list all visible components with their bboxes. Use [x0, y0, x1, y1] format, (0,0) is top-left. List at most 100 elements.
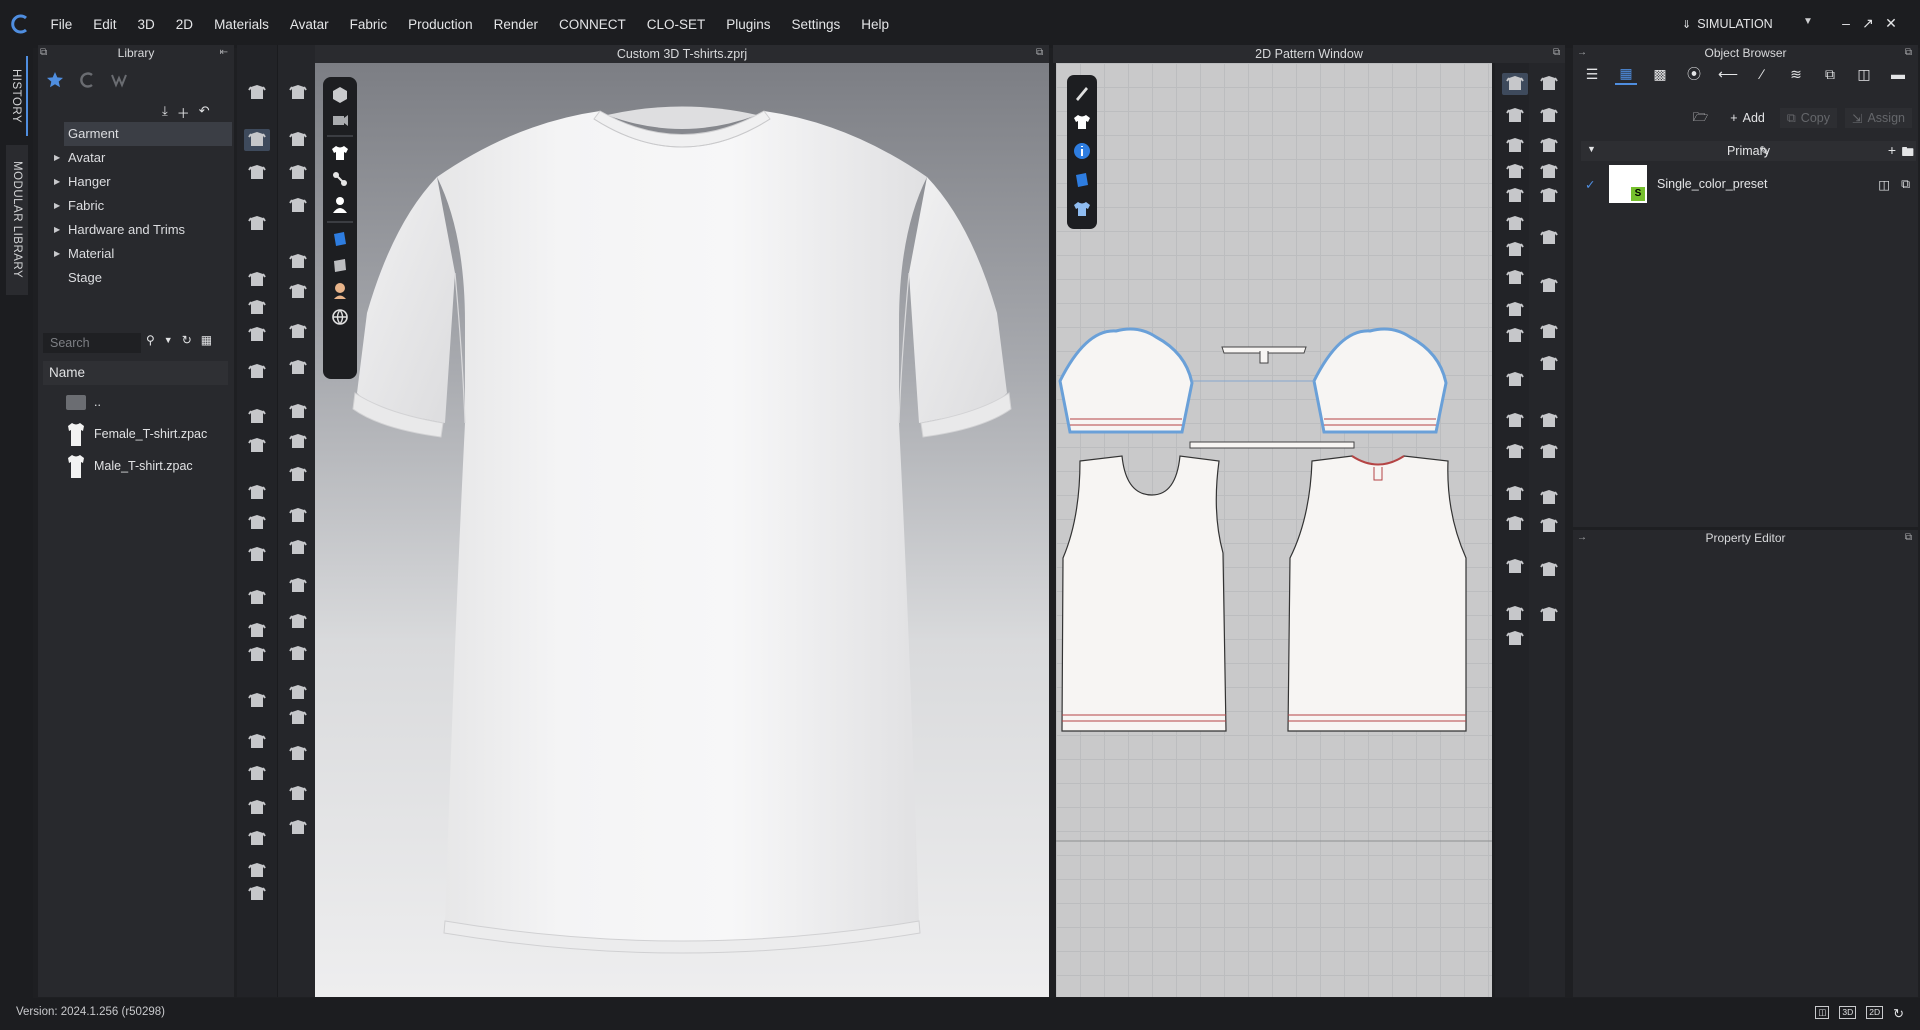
library-search-input[interactable] — [43, 333, 141, 353]
fabric-tab-icon[interactable]: ▦ — [1615, 63, 1637, 85]
3d-secondary-tool-14-icon[interactable] — [285, 575, 311, 597]
tshirt-3d-model[interactable] — [315, 63, 1049, 997]
2d-secondary-tool-10-icon[interactable] — [1536, 410, 1562, 432]
2d-primary-tool-15-icon[interactable] — [1502, 513, 1528, 535]
edit-pencil-icon[interactable]: ✎ — [1759, 143, 1769, 158]
undock-icon[interactable]: ⧉ — [1905, 47, 1912, 58]
graphic-tab-icon[interactable]: ◫ — [1853, 63, 1875, 85]
3d-secondary-tool-6-icon[interactable] — [285, 281, 311, 303]
3d-secondary-tool-2-icon[interactable] — [285, 129, 311, 151]
3d-primary-tool-16-icon[interactable] — [244, 644, 270, 666]
texture-view-icon[interactable] — [330, 229, 350, 249]
tree-item-garment[interactable]: Garment — [64, 122, 232, 146]
2d-secondary-tool-13-icon[interactable] — [1536, 515, 1562, 537]
menu-connect[interactable]: CONNECT — [548, 17, 636, 32]
3d-secondary-tool-13-icon[interactable] — [285, 537, 311, 559]
2d-primary-tool-11-icon[interactable] — [1502, 369, 1528, 391]
3d-primary-tool-8-icon[interactable] — [244, 361, 270, 383]
expand-arrow-icon[interactable]: ▶ — [54, 146, 60, 170]
3d-viewport[interactable] — [315, 63, 1049, 997]
2d-primary-tool-16-icon[interactable] — [1502, 556, 1528, 578]
menu-fabric[interactable]: Fabric — [339, 17, 398, 32]
tree-item-material[interactable]: ▶ Material — [38, 242, 234, 266]
2d-secondary-tool-15-icon[interactable] — [1536, 604, 1562, 626]
2d-primary-tool-13-icon[interactable] — [1502, 441, 1528, 463]
reset-view-icon[interactable]: ↻ — [1893, 1006, 1904, 1022]
3d-secondary-tool-8-icon[interactable] — [285, 357, 311, 379]
2d-pattern-viewport[interactable] — [1056, 63, 1492, 997]
3d-primary-tool-3-icon[interactable] — [244, 162, 270, 184]
3d-primary-tool-23-icon[interactable] — [244, 883, 270, 905]
2d-primary-tool-17-icon[interactable] — [1502, 603, 1528, 625]
assign-button[interactable]: ⇲ Assign — [1844, 108, 1912, 128]
3d-primary-tool-2-icon[interactable] — [244, 129, 270, 151]
3d-secondary-tool-19-icon[interactable] — [285, 743, 311, 765]
show-pattern-garment-icon[interactable] — [1072, 112, 1092, 132]
2d-primary-tool-3-icon[interactable] — [1502, 135, 1528, 157]
2d-secondary-tool-14-icon[interactable] — [1536, 559, 1562, 581]
download-icon[interactable]: ⤓ — [162, 103, 168, 122]
close-icon[interactable]: ✕ — [1882, 14, 1900, 32]
show-garment-icon[interactable] — [330, 143, 350, 163]
tree-item-stage[interactable]: Stage — [38, 266, 234, 290]
3d-primary-tool-22-icon[interactable] — [244, 860, 270, 882]
menu-2d[interactable]: 2D — [165, 17, 203, 32]
pattern-fabric-icon[interactable] — [1072, 199, 1092, 219]
expand-arrow-icon[interactable]: ▶ — [54, 194, 60, 218]
2d-secondary-tool-5-icon[interactable] — [1536, 185, 1562, 207]
avatar-skin-icon[interactable] — [330, 281, 350, 301]
fabric-item[interactable]: ✓ S Single_color_preset ◫ ⧉ — [1581, 163, 1916, 205]
maximize-3d-icon[interactable]: ⧉ — [1036, 47, 1043, 58]
show-points-icon[interactable] — [330, 169, 350, 189]
3d-secondary-tool-1-icon[interactable] — [285, 82, 311, 104]
3d-primary-tool-10-icon[interactable] — [244, 435, 270, 457]
fabric-duplicate-icon[interactable]: ⧉ — [1901, 177, 1910, 192]
environment-globe-icon[interactable] — [330, 307, 350, 327]
2d-primary-tool-10-icon[interactable] — [1502, 325, 1528, 347]
checker-texture-icon[interactable]: ▩ — [1649, 63, 1671, 85]
2d-primary-tool-1-icon[interactable] — [1502, 73, 1528, 95]
3d-primary-tool-15-icon[interactable] — [244, 620, 270, 642]
3d-secondary-tool-21-icon[interactable] — [285, 817, 311, 839]
group-header-primary[interactable]: ▼ Primary ✎ + 🖿 — [1581, 141, 1916, 161]
3d-primary-tool-11-icon[interactable] — [244, 482, 270, 504]
dropdown-arrow-icon[interactable]: ▼ — [1803, 16, 1813, 27]
2d-primary-tool-7-icon[interactable] — [1502, 239, 1528, 261]
file-row-female-tshirt[interactable]: Female_T-shirt.zpac — [66, 421, 207, 447]
expand-arrow-icon[interactable]: ▶ — [54, 242, 60, 266]
trim-tab-icon[interactable]: ⧉ — [1819, 63, 1841, 85]
3d-secondary-tool-18-icon[interactable] — [285, 707, 311, 729]
tree-item-hanger[interactable]: ▶ Hanger — [38, 170, 234, 194]
2d-primary-tool-8-icon[interactable] — [1502, 267, 1528, 289]
filter-dropdown-icon[interactable]: ▼ — [164, 335, 173, 345]
3d-secondary-tool-11-icon[interactable] — [285, 464, 311, 486]
camera-view-icon[interactable] — [330, 109, 350, 129]
topstitch-tab-icon[interactable]: ∕ — [1751, 63, 1773, 85]
fabric-settings-icon[interactable]: ◫ — [1878, 177, 1890, 192]
tree-item-avatar[interactable]: ▶ Avatar — [38, 146, 234, 170]
view-3d-button[interactable]: 3D — [1839, 1006, 1857, 1019]
3d-secondary-tool-12-icon[interactable] — [285, 505, 311, 527]
3d-primary-tool-5-icon[interactable] — [244, 269, 270, 291]
show-avatar-icon[interactable] — [330, 195, 350, 215]
2d-primary-tool-6-icon[interactable] — [1502, 213, 1528, 235]
2d-primary-tool-18-icon[interactable] — [1502, 628, 1528, 650]
cube-view-icon[interactable] — [330, 85, 350, 105]
2d-secondary-tool-4-icon[interactable] — [1536, 161, 1562, 183]
3d-secondary-tool-10-icon[interactable] — [285, 431, 311, 453]
2d-secondary-tool-9-icon[interactable] — [1536, 353, 1562, 375]
measure-tab-icon[interactable]: ▬ — [1887, 63, 1909, 85]
split-view-icon[interactable]: ◫ — [1815, 1006, 1830, 1019]
2d-secondary-tool-3-icon[interactable] — [1536, 135, 1562, 157]
button-tab-icon[interactable]: ⦿ — [1683, 63, 1705, 85]
3d-primary-tool-9-icon[interactable] — [244, 406, 270, 428]
fabric-shading-icon[interactable] — [330, 255, 350, 275]
3d-secondary-tool-7-icon[interactable] — [285, 321, 311, 343]
add-icon[interactable]: ＋ — [177, 103, 190, 122]
tab-modular-library[interactable]: MODULAR LIBRARY — [6, 145, 28, 295]
2d-primary-tool-4-icon[interactable] — [1502, 161, 1528, 183]
collapse-panel-icon[interactable]: ⇤ — [220, 47, 228, 58]
3d-primary-tool-1-icon[interactable] — [244, 82, 270, 104]
3d-primary-tool-6-icon[interactable] — [244, 297, 270, 319]
buttonhole-tab-icon[interactable]: ⟵ — [1717, 63, 1739, 85]
